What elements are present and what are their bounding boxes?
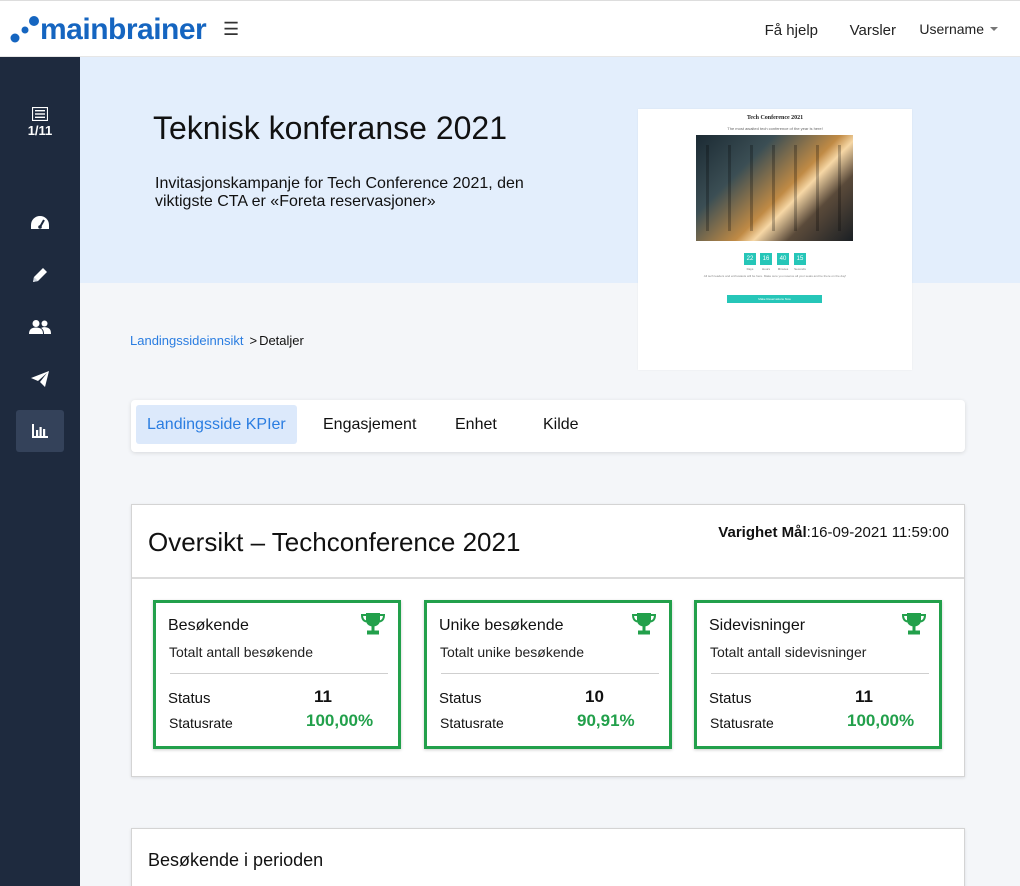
kpi-status-value: 11 [314, 687, 332, 706]
trophy-icon [631, 613, 657, 635]
kpi-rate-label: Statusrate [440, 715, 504, 731]
top-navbar: mainbrainer ☰ Få hjelp Varsler Username [0, 0, 1020, 57]
preview-countdown-label: Days [746, 267, 754, 271]
overview-header: Oversikt – Techconference 2021 Varighet … [132, 505, 964, 579]
sidebar-item-dashboard[interactable] [16, 202, 64, 244]
kpi-status-label: Status [439, 690, 482, 707]
preview-text: All tech leaders and enthusiasts will be… [703, 274, 847, 278]
duration-value: :16-09-2021 11:59:00 [806, 524, 949, 541]
breadcrumb-link[interactable]: Landingssideinnsikt [130, 333, 243, 348]
kpi-status-label: Status [168, 690, 211, 707]
kpi-card-visitors[interactable]: Besøkende Totalt antall besøkende Status… [153, 600, 401, 749]
preview-countdown-seconds: 15 [794, 253, 806, 265]
tab-landing-kpis[interactable]: Landingsside KPIer [136, 405, 297, 444]
tab-device[interactable]: Enhet [455, 405, 497, 444]
users-icon [29, 320, 51, 334]
period-visitors-panel: Besøkende i perioden [131, 828, 965, 886]
hamburger-menu-icon[interactable]: ☰ [223, 19, 239, 40]
kpi-title: Besøkende [168, 617, 249, 634]
period-title: Besøkende i perioden [148, 850, 324, 870]
sidebar-item-edit[interactable] [16, 254, 64, 296]
trophy-icon [901, 613, 927, 635]
kpi-title: Sidevisninger [709, 617, 806, 634]
caret-down-icon [990, 27, 998, 31]
kpi-rate-value: 100,00% [306, 711, 374, 730]
kpi-divider [170, 673, 388, 674]
chart-icon [32, 424, 48, 438]
campaign-title: Teknisk konferanse 2021 [153, 110, 507, 146]
kpi-subtitle: Totalt antall besøkende [169, 644, 313, 660]
kpi-card-page-views[interactable]: Sidevisninger Totalt antall sidevisninge… [694, 600, 942, 749]
preview-countdown-minutes: 40 [777, 253, 789, 265]
user-menu[interactable]: Username [919, 21, 998, 37]
preview-countdown-label: Seconds [794, 267, 806, 271]
campaign-description: Invitasjonskampanje for Tech Conference … [155, 175, 524, 210]
kpi-status-label: Status [709, 690, 752, 707]
tab-source[interactable]: Kilde [543, 405, 579, 444]
username-label: Username [919, 21, 984, 37]
kpi-title: Unike besøkende [439, 617, 564, 634]
kpi-rate-label: Statusrate [710, 715, 774, 731]
kpi-rate-value: 90,91% [577, 711, 635, 730]
preview-countdown-label: Minutes [777, 267, 789, 271]
tab-engagement[interactable]: Engasjement [323, 405, 416, 444]
preview-countdown-hours: 16 [760, 253, 772, 265]
breadcrumb-separator: > [249, 333, 258, 348]
kpi-card-unique-visitors[interactable]: Unike besøkende Totalt unike besøkende S… [424, 600, 672, 749]
logo-dots-icon [10, 16, 39, 43]
brand-name: mainbrainer [40, 13, 207, 46]
list-icon [32, 107, 48, 121]
duration-goal: Varighet Mål:16-09-2021 11:59:00 [718, 524, 949, 541]
send-icon [31, 371, 49, 387]
breadcrumb-current: Detaljer [259, 333, 304, 348]
kpi-rate-value: 100,00% [847, 711, 915, 730]
preview-hero-image [696, 135, 853, 241]
sidebar-counter[interactable]: 1/11 [0, 107, 80, 138]
help-link[interactable]: Få hjelp [765, 22, 818, 39]
preview-subtitle: The most awaited tech conference of the … [727, 126, 823, 131]
breadcrumb: Landingssideinnsikt > Detaljer [130, 333, 304, 348]
sidebar-item-users[interactable] [16, 306, 64, 348]
kpi-subtitle: Totalt antall sidevisninger [710, 644, 867, 660]
kpi-status-value: 10 [585, 687, 604, 706]
kpi-divider [711, 673, 929, 674]
preview-countdown-days: 22 [744, 253, 756, 265]
overview-title: Oversikt – Techconference 2021 [148, 527, 521, 557]
preview-cta-button: Make Reservations Now [727, 295, 822, 303]
alerts-link[interactable]: Varsler [850, 22, 896, 39]
dashboard-icon [31, 216, 49, 229]
sidebar-counter-text: 1/11 [27, 123, 53, 138]
tab-bar: Landingsside KPIer Engasjement Enhet Kil… [131, 400, 965, 452]
sidebar-item-send[interactable] [16, 358, 64, 400]
trophy-icon [360, 613, 386, 635]
preview-countdown-label: Hours [761, 267, 770, 271]
overview-panel: Oversikt – Techconference 2021 Varighet … [131, 504, 965, 777]
kpi-rate-label: Statusrate [169, 715, 233, 731]
preview-title: Tech Conference 2021 [746, 115, 804, 121]
duration-label: Varighet Mål [718, 524, 807, 541]
kpi-status-value: 11 [855, 687, 873, 706]
kpi-subtitle: Totalt unike besøkende [440, 644, 584, 660]
sidebar: 1/11 [0, 57, 80, 886]
pencil-icon [33, 268, 47, 282]
landing-page-preview[interactable]: Tech Conference 2021 The most awaited te… [638, 109, 912, 370]
kpi-divider [441, 673, 659, 674]
sidebar-item-analytics[interactable] [16, 410, 64, 452]
